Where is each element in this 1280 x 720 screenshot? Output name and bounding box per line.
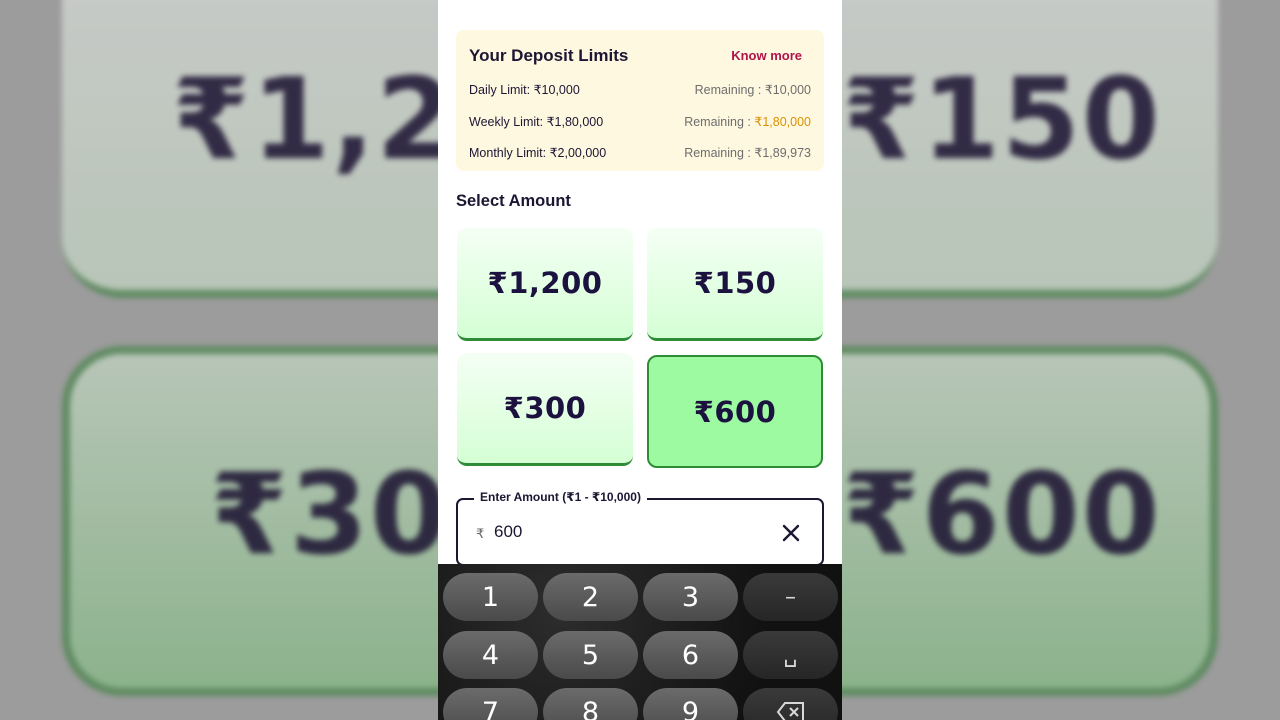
amount-option-300[interactable]: ₹300 [457,353,633,466]
backspace-key[interactable] [743,688,838,720]
key-4[interactable]: 4 [443,631,538,679]
weekly-remaining: Remaining : ₹1,80,000 [684,114,811,129]
weekly-limit-label: Weekly Limit: ₹1,80,000 [469,115,604,129]
key-1[interactable]: 1 [443,573,538,621]
deposit-limits-card: Your Deposit Limits Know more Daily Limi… [456,30,824,171]
key-9[interactable]: 9 [643,688,738,720]
monthly-limit-row: Monthly Limit: ₹2,00,000 Remaining : ₹1,… [469,145,811,165]
daily-limit-row: Daily Limit: ₹10,000 Remaining : ₹10,000 [469,82,811,102]
remaining-prefix: Remaining : [694,83,765,97]
deposit-limits-title: Your Deposit Limits [469,46,629,65]
daily-remaining: Remaining : ₹10,000 [695,82,811,97]
amount-option-label: ₹300 [503,391,587,425]
amount-option-label: ₹600 [693,394,777,429]
remaining-value: ₹1,89,973 [754,146,811,160]
monthly-remaining: Remaining : ₹1,89,973 [684,145,811,160]
key-2[interactable]: 2 [543,573,638,621]
daily-limit-label: Daily Limit: ₹10,000 [469,83,580,97]
close-icon[interactable] [782,524,800,542]
key-minus[interactable]: – [743,573,838,621]
remaining-value-highlight: ₹1,80,000 [754,115,811,129]
amount-option-600-selected[interactable]: ₹600 [647,355,823,468]
amount-option-150[interactable]: ₹150 [647,228,823,341]
select-amount-title: Select Amount [456,192,571,210]
key-5[interactable]: 5 [543,631,638,679]
numeric-keyboard: 1 2 3 – 4 5 6 ␣ 7 8 9 [438,564,842,720]
amount-input-label: Enter Amount (₹1 - ₹10,000) [474,490,647,504]
key-space[interactable]: ␣ [743,631,838,679]
weekly-limit-row: Weekly Limit: ₹1,80,000 Remaining : ₹1,8… [469,114,811,134]
amount-input-field[interactable]: Enter Amount (₹1 - ₹10,000) ₹ 600 [456,490,824,566]
background-text: ₹150 [842,55,1162,185]
background-text: ₹600 [842,450,1162,580]
monthly-limit-label: Monthly Limit: ₹2,00,000 [469,146,607,160]
deposit-screen: Your Deposit Limits Know more Daily Limi… [438,0,842,720]
remaining-prefix: Remaining : [684,115,755,129]
key-8[interactable]: 8 [543,688,638,720]
key-7[interactable]: 7 [443,688,538,720]
amount-option-label: ₹150 [693,266,777,300]
amount-input-value[interactable]: 600 [494,522,522,542]
key-6[interactable]: 6 [643,631,738,679]
rupee-prefix: ₹ [476,526,485,541]
amount-option-label: ₹1,200 [487,266,603,300]
remaining-prefix: Remaining : [684,146,755,160]
amount-option-1200[interactable]: ₹1,200 [457,228,633,341]
know-more-link[interactable]: Know more [731,48,802,63]
backspace-icon [776,702,804,720]
key-3[interactable]: 3 [643,573,738,621]
remaining-value: ₹10,000 [764,83,811,97]
